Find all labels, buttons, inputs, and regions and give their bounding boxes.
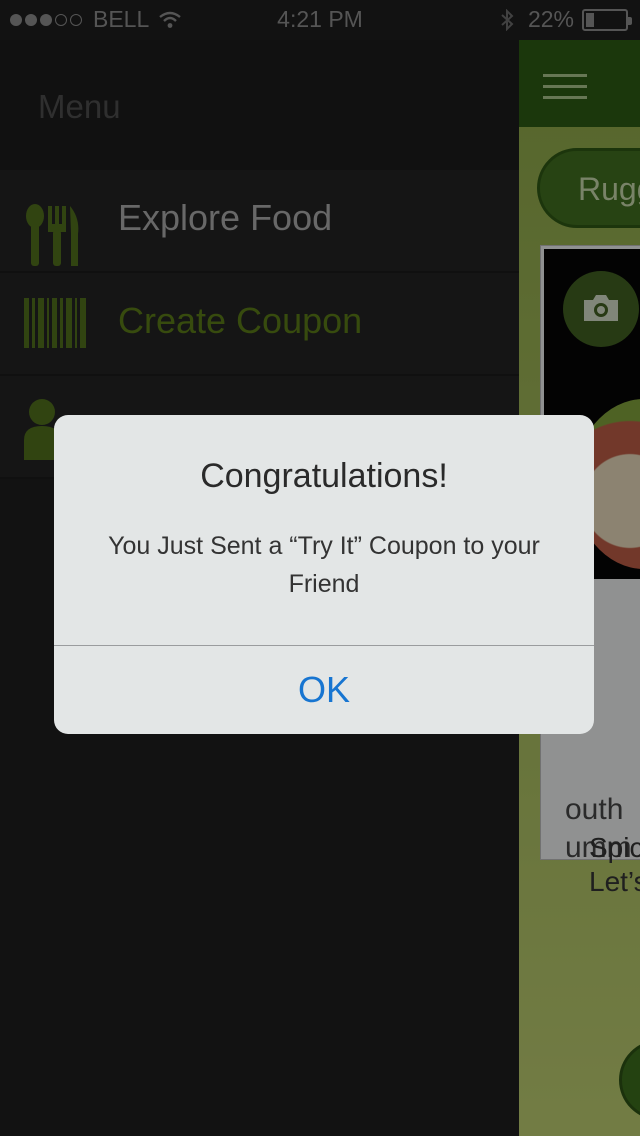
alert-dialog: Congratulations! You Just Sent a “Try It…: [54, 415, 594, 734]
ok-button[interactable]: OK: [54, 646, 594, 734]
alert-title: Congratulations!: [200, 457, 448, 495]
alert-message: You Just Sent a “Try It” Coupon to your …: [108, 532, 540, 598]
